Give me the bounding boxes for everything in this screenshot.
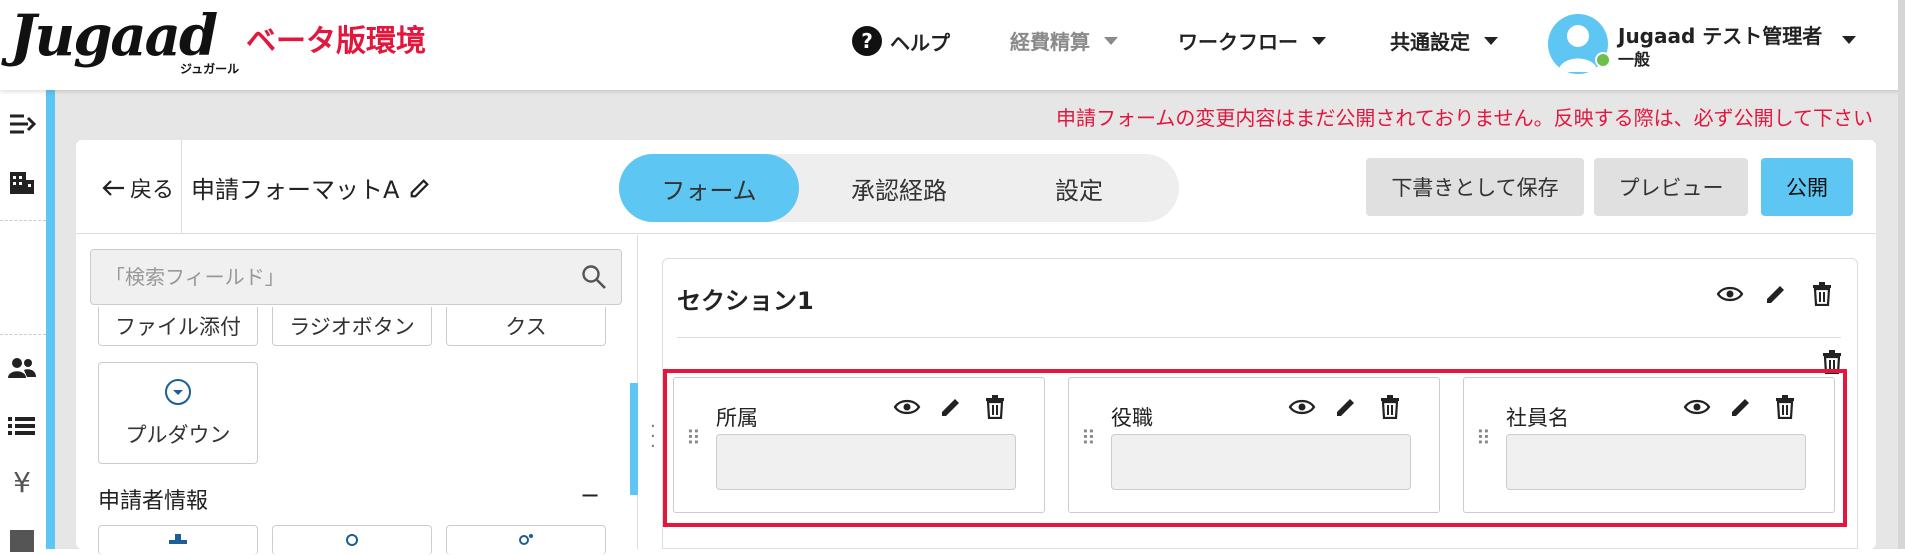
logo-subtext: ジュガール xyxy=(180,62,240,76)
collapse-icon[interactable]: − xyxy=(580,481,600,509)
nav-common-settings-label: 共通設定 xyxy=(1390,30,1470,54)
sidebar-divider xyxy=(0,220,46,221)
back-label: 戻る xyxy=(130,178,175,203)
sidebar-divider xyxy=(0,334,46,335)
field-label: 社員名 xyxy=(1506,406,1569,430)
pencil-icon[interactable] xyxy=(1726,392,1756,422)
field-search xyxy=(90,249,622,305)
palette-applicant-item[interactable] xyxy=(272,525,432,555)
user-menu-chevron-icon[interactable] xyxy=(1842,36,1856,44)
search-icon[interactable] xyxy=(581,264,607,290)
palette-file-attach[interactable]: ファイル添付 xyxy=(98,307,258,346)
person-icon xyxy=(346,534,358,546)
tab-form[interactable]: フォーム xyxy=(619,154,799,222)
field-card[interactable]: ⠿ 社員名 xyxy=(1463,377,1835,513)
menu-expand-icon[interactable] xyxy=(6,108,38,140)
trash-icon[interactable] xyxy=(1807,279,1837,309)
header-divider xyxy=(181,140,182,234)
field-card[interactable]: ⠿ 役職 xyxy=(1068,377,1440,513)
back-button[interactable]: 戻る xyxy=(100,172,174,204)
eye-icon[interactable] xyxy=(1682,392,1712,422)
help-icon: ? xyxy=(852,26,882,56)
form-editor-card: 戻る 申請フォーマットA フォーム 承認経路 設定 下書きとして保存 プレビュー… xyxy=(76,140,1876,555)
drag-handle-icon[interactable]: ⠿ xyxy=(1476,428,1492,448)
resize-handle-icon[interactable]: · · · xyxy=(650,418,656,456)
logo-text: Jugaad xyxy=(10,3,218,69)
list-icon[interactable] xyxy=(6,410,38,442)
drag-handle-icon[interactable]: ⠿ xyxy=(1081,428,1097,448)
users-icon[interactable] xyxy=(6,352,38,384)
logo[interactable]: Jugaad ジュガール xyxy=(10,3,239,76)
publish-button[interactable]: 公開 xyxy=(1761,158,1853,216)
format-name: 申請フォーマットA xyxy=(191,170,431,205)
online-status-dot xyxy=(1595,52,1611,68)
palette-applicant-item[interactable] xyxy=(98,525,258,555)
yen-icon[interactable]: ¥ xyxy=(6,466,38,499)
nav-workflow-label: ワークフロー xyxy=(1178,30,1298,54)
environment-label: ベータ版環境 xyxy=(246,24,426,59)
field-search-input[interactable] xyxy=(91,250,571,304)
section-title: セクション1 xyxy=(677,287,814,315)
org-icon xyxy=(169,534,187,544)
field-input-preview[interactable] xyxy=(1506,434,1806,490)
palette-radio-button[interactable]: ラジオボタン xyxy=(272,307,432,346)
field-input-preview[interactable] xyxy=(1111,434,1411,490)
tab-settings[interactable]: 設定 xyxy=(999,154,1159,222)
sidebar-accent-bar xyxy=(46,90,55,549)
chevron-down-icon xyxy=(1312,36,1326,45)
building-icon[interactable] xyxy=(6,166,38,198)
pencil-icon[interactable] xyxy=(409,177,431,199)
top-bar: Jugaad ジュガール ベータ版環境 ? ヘルプ 経費精算 ワークフロー 共通… xyxy=(0,0,1905,90)
palette-dropdown[interactable]: プルダウン xyxy=(98,362,258,464)
chevron-down-icon xyxy=(1484,36,1498,45)
tab-approval-route[interactable]: 承認経路 xyxy=(799,154,999,222)
field-input-preview[interactable] xyxy=(716,434,1016,490)
pencil-icon[interactable] xyxy=(1761,279,1791,309)
editor-tabs: フォーム 承認経路 設定 xyxy=(619,154,1179,222)
preview-button[interactable]: プレビュー xyxy=(1594,158,1748,216)
trash-icon[interactable] xyxy=(1375,392,1405,422)
trash-icon[interactable] xyxy=(1770,392,1800,422)
field-label: 所属 xyxy=(716,406,758,430)
field-label: 役職 xyxy=(1111,406,1153,430)
user-role: 一般 xyxy=(1618,50,1651,69)
unpublished-warning: 申請フォームの変更内容はまだ公開されておりません。反映する際は、必ず公開して下さ… xyxy=(1056,106,1873,130)
palette-applicant-item[interactable] xyxy=(446,525,606,555)
calendar-icon[interactable] xyxy=(6,522,38,554)
arrow-left-icon xyxy=(102,180,124,196)
editor-header: 戻る 申請フォーマットA フォーム 承認経路 設定 下書きとして保存 プレビュー… xyxy=(76,140,1876,234)
trash-icon[interactable] xyxy=(980,392,1010,422)
chevron-down-icon xyxy=(1104,36,1118,45)
section-divider xyxy=(677,337,1841,338)
palette-checkbox[interactable]: クス xyxy=(446,307,606,346)
nav-workflow[interactable]: ワークフロー xyxy=(1178,26,1326,55)
field-card[interactable]: ⠿ 所属 xyxy=(673,377,1045,513)
scrollbar[interactable] xyxy=(1898,0,1905,549)
eye-icon[interactable] xyxy=(1287,392,1317,422)
eye-icon[interactable] xyxy=(1715,279,1745,309)
field-palette: ファイル添付 ラジオボタン クス プルダウン 申請者情報 − xyxy=(76,235,638,555)
nav-help-label: ヘルプ xyxy=(890,30,950,55)
applicant-info-heading: 申請者情報 xyxy=(98,489,209,514)
save-draft-button[interactable]: 下書きとして保存 xyxy=(1366,158,1584,216)
pencil-icon[interactable] xyxy=(936,392,966,422)
pencil-icon[interactable] xyxy=(1331,392,1361,422)
eye-icon[interactable] xyxy=(892,392,922,422)
nav-expense-label: 経費精算 xyxy=(1010,30,1090,54)
panel-resize-bar[interactable] xyxy=(630,383,638,495)
nav-common-settings[interactable]: 共通設定 xyxy=(1390,26,1498,55)
drag-handle-icon[interactable]: ⠿ xyxy=(686,428,702,448)
form-canvas: セクション1 ⠿ 所属 ⠿ 役職 ⠿ 社員名 xyxy=(662,258,1858,549)
format-name-text: 申請フォーマットA xyxy=(191,176,400,204)
person-settings-icon xyxy=(519,534,533,545)
user-name[interactable]: Jugaad テスト管理者 xyxy=(1618,20,1822,49)
sidebar: ¥ xyxy=(0,90,46,552)
nav-expense[interactable]: 経費精算 xyxy=(1010,26,1118,55)
dropdown-circle-icon xyxy=(165,379,191,405)
palette-dropdown-label: プルダウン xyxy=(125,423,231,447)
nav-help[interactable]: ? ヘルプ xyxy=(852,26,950,56)
